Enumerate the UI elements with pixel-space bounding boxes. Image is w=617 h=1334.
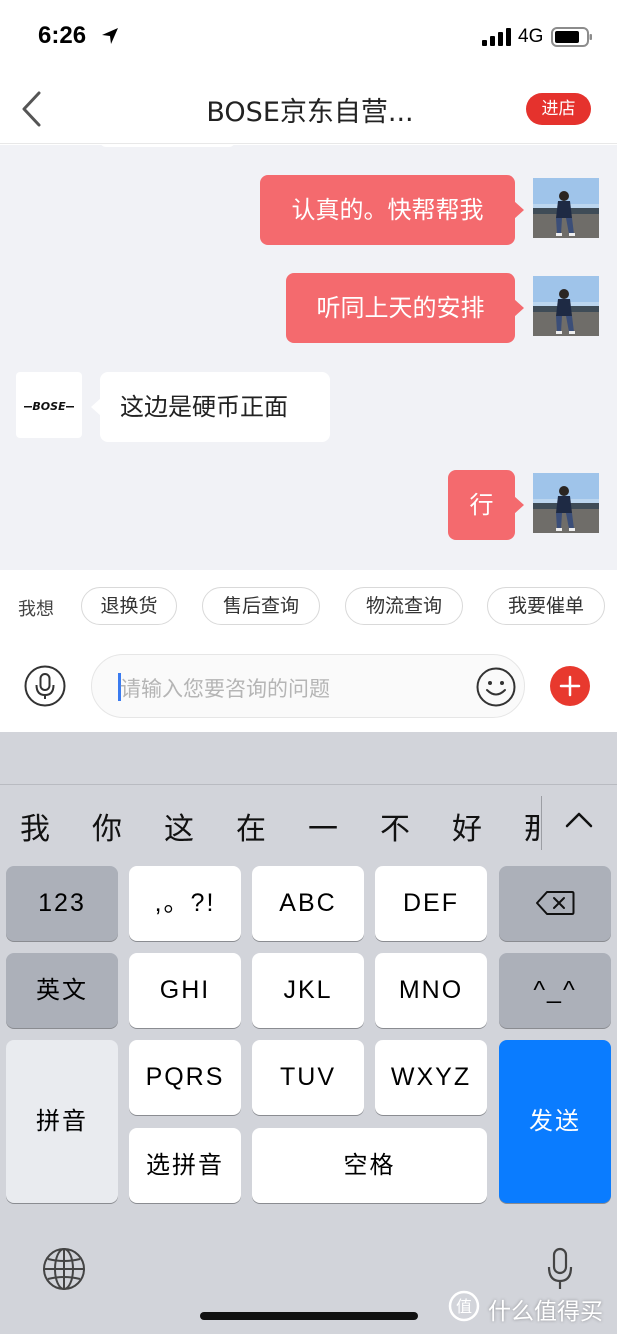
bose-logo: BOSE	[24, 400, 74, 413]
message-bubble-outgoing[interactable]: 听同上天的安排	[286, 273, 524, 343]
shop-avatar[interactable]: BOSE	[16, 372, 82, 438]
candidate-separator	[541, 796, 542, 850]
network-type: 4G	[518, 26, 544, 47]
svg-text:BOSE: BOSE	[32, 400, 66, 413]
status-bar: 6:26 4G	[0, 0, 617, 76]
status-time: 6:26	[38, 22, 87, 49]
message-input[interactable]: 请输入您要咨询的问题	[91, 654, 525, 718]
candidate-word[interactable]: 那	[524, 804, 541, 848]
key-wxyz[interactable]: WXYZ	[375, 1040, 487, 1115]
globe-icon[interactable]	[42, 1247, 86, 1291]
signal-icon	[482, 28, 511, 46]
key-emoticon[interactable]: ^_^	[499, 953, 611, 1028]
candidate-word[interactable]: 你	[92, 804, 122, 848]
candidate-word[interactable]: 这	[164, 804, 194, 848]
quick-reply-chip[interactable]: 退换货	[81, 587, 177, 625]
plus-icon	[559, 675, 581, 697]
plus-button[interactable]	[550, 666, 590, 706]
candidate-word[interactable]: 在	[236, 804, 266, 848]
enter-store-button[interactable]: 进店	[526, 93, 591, 125]
quick-reply-chip[interactable]: 我要催单	[487, 587, 605, 625]
delete-icon	[536, 891, 575, 915]
keyboard-mic-icon[interactable]	[546, 1247, 574, 1293]
key-abc[interactable]: ABC	[252, 866, 364, 941]
candidate-bar: 我 你 这 在 一 不 好 那	[0, 784, 617, 860]
key-def[interactable]: DEF	[375, 866, 487, 941]
nav-bar: BOSE京东自营... 进店	[0, 76, 617, 144]
previous-message-edge	[100, 145, 235, 147]
space-key[interactable]: 空格	[252, 1128, 487, 1203]
quick-replies-bar: 我想 退换货 售后查询 物流查询 我要催单	[0, 570, 617, 640]
key-pqrs[interactable]: PQRS	[129, 1040, 241, 1115]
key-select-pinyin[interactable]: 选拼音	[129, 1128, 241, 1203]
back-chevron-icon[interactable]	[18, 90, 44, 128]
quick-replies-label: 我想	[18, 599, 54, 620]
key-jkl[interactable]: JKL	[252, 953, 364, 1028]
home-indicator	[200, 1312, 418, 1320]
chevron-up-icon[interactable]	[564, 808, 594, 832]
watermark-logo: 值	[448, 1290, 480, 1322]
message-input-placeholder: 请输入您要咨询的问题	[120, 677, 330, 701]
key-tuv[interactable]: TUV	[252, 1040, 364, 1115]
user-avatar[interactable]	[533, 178, 599, 238]
chat-area[interactable]: 认真的。快帮帮我 听同上天的安排 BOSE 这边是硬币正面 行	[0, 145, 617, 570]
message-bubble-outgoing[interactable]: 认真的。快帮帮我	[260, 175, 524, 245]
input-bar: 请输入您要咨询的问题	[0, 640, 617, 732]
send-key[interactable]: 发送	[499, 1040, 611, 1203]
candidate-word[interactable]: 一	[308, 804, 338, 848]
keyboard: 我 你 这 在 一 不 好 那 123 ,。?! ABC DEF 英文 GHI …	[0, 732, 617, 1334]
page-title: BOSE京东自营...	[206, 97, 414, 128]
key-pinyin[interactable]: 拼音	[6, 1040, 118, 1203]
emoji-icon[interactable]	[476, 667, 516, 707]
battery-icon	[551, 27, 592, 47]
key-ghi[interactable]: GHI	[129, 953, 241, 1028]
key-123[interactable]: 123	[6, 866, 118, 941]
candidate-list: 我 你 这 在 一 不 好 那	[0, 784, 541, 860]
candidate-word[interactable]: 好	[452, 804, 482, 848]
location-arrow-icon	[102, 28, 118, 44]
quick-reply-chip[interactable]: 售后查询	[202, 587, 320, 625]
watermark-text: 什么值得买	[488, 1299, 603, 1325]
key-punctuation[interactable]: ,。?!	[129, 866, 241, 941]
message-bubble-outgoing[interactable]: 行	[448, 470, 524, 540]
message-bubble-incoming[interactable]: 这边是硬币正面	[91, 372, 330, 442]
svg-text:值: 值	[456, 1297, 472, 1316]
quick-reply-chip[interactable]: 物流查询	[345, 587, 463, 625]
key-mno[interactable]: MNO	[375, 953, 487, 1028]
voice-icon[interactable]	[24, 665, 66, 707]
candidate-word[interactable]: 我	[20, 804, 50, 848]
user-avatar[interactable]	[533, 276, 599, 336]
candidate-word[interactable]: 不	[380, 804, 410, 848]
delete-key[interactable]	[499, 866, 611, 941]
user-avatar[interactable]	[533, 473, 599, 533]
key-english[interactable]: 英文	[6, 953, 118, 1028]
